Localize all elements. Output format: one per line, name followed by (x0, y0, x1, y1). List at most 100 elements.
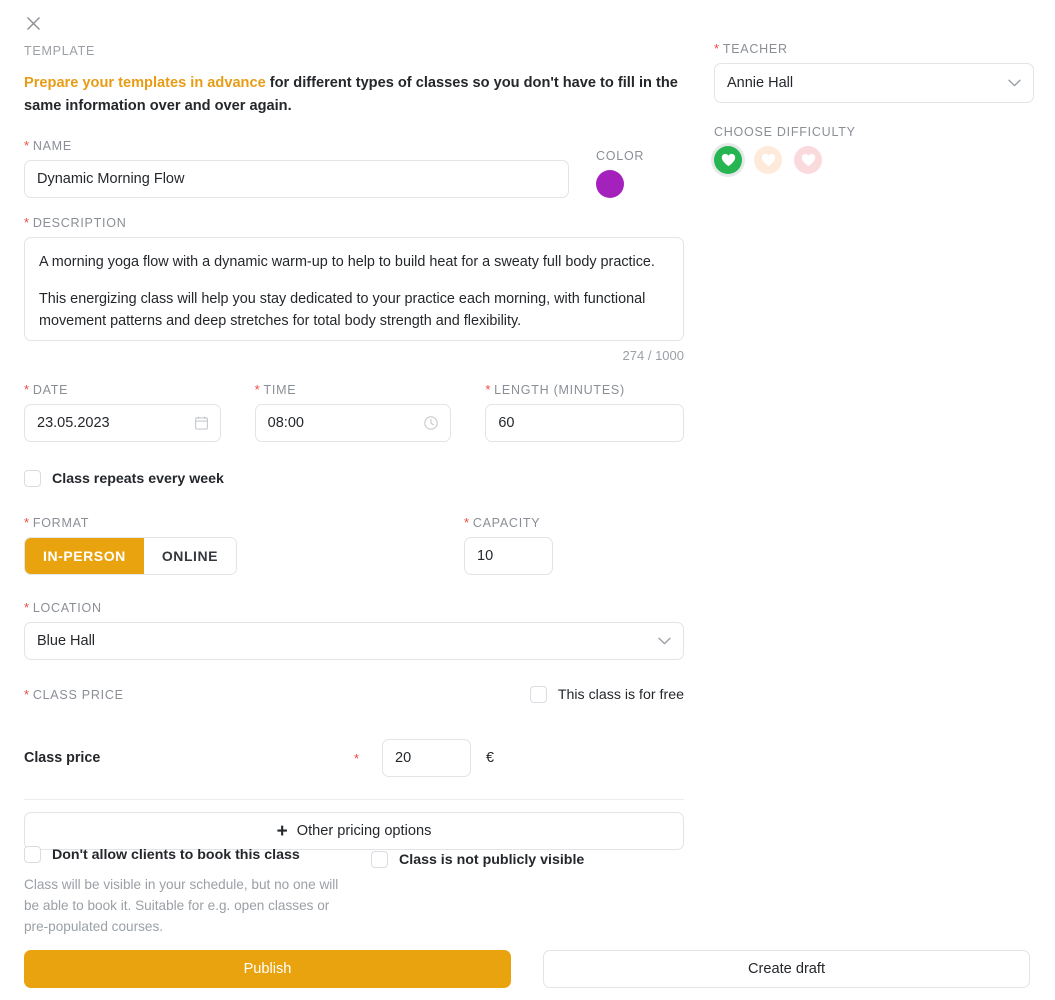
right-column: * TEACHER Annie Hall CHOOSE DIFFICULTY (714, 42, 1034, 174)
required-asterisk: * (24, 686, 30, 702)
class-price-label-text: CLASS PRICE (32, 687, 124, 702)
difficulty-option-beginner[interactable] (714, 146, 742, 174)
format-capacity-row: * FORMAT IN-PERSON ONLINE * CAPACITY 10 (24, 516, 684, 576)
required-asterisk: * (464, 515, 470, 531)
class-price-required-asterisk: * (354, 750, 360, 766)
free-class-checkbox-row[interactable]: This class is for free (529, 686, 684, 704)
class-template-form: TEMPLATE Prepare your templates in advan… (0, 0, 1055, 1000)
description-paragraph-1: A morning yoga flow with a dynamic warm-… (39, 254, 655, 271)
not-public-checkbox[interactable] (371, 851, 388, 868)
required-asterisk: * (24, 138, 30, 154)
location-select-value: Blue Hall (37, 633, 96, 650)
difficulty-option-intermediate[interactable] (754, 146, 782, 174)
other-pricing-options-button[interactable]: + Other pricing options (24, 812, 684, 851)
difficulty-options (714, 146, 1034, 174)
name-input-value: Dynamic Morning Flow (37, 171, 185, 188)
color-swatch[interactable] (596, 170, 624, 199)
name-color-row: * NAME Dynamic Morning Flow COLOR (24, 138, 684, 199)
time-label: * TIME (255, 383, 452, 397)
repeat-weekly-label: Class repeats every week (52, 470, 224, 487)
free-class-checkbox[interactable] (529, 686, 547, 704)
length-label: * LENGTH (MINUTES) (485, 383, 684, 397)
date-label: * DATE (24, 383, 221, 397)
class-price-row: Class price * 20 € (24, 739, 684, 778)
class-price-row-name: Class price (24, 750, 101, 767)
publish-button[interactable]: Publish (24, 950, 511, 988)
currency-symbol: € (486, 750, 495, 767)
length-input[interactable]: 60 (485, 404, 685, 443)
free-class-label: This class is for free (557, 686, 684, 703)
difficulty-label: CHOOSE DIFFICULTY (714, 125, 856, 139)
date-label-text: DATE (32, 383, 69, 398)
date-input-value: 23.05.2023 (37, 415, 110, 432)
description-paragraph-2: This energizing class will help you stay… (39, 290, 646, 329)
class-price-header: * CLASS PRICE This class is for free (24, 686, 684, 704)
name-input[interactable]: Dynamic Morning Flow (24, 160, 569, 199)
required-asterisk: * (24, 515, 30, 531)
not-public-group: Class is not publicly visible (371, 851, 671, 868)
time-input[interactable]: 08:00 (254, 404, 452, 443)
no-booking-label: Don't allow clients to book this class (52, 846, 300, 863)
class-price-input[interactable]: 20 (382, 739, 471, 778)
description-label: * DESCRIPTION (24, 216, 684, 230)
location-select[interactable]: Blue Hall (24, 622, 684, 661)
color-label: COLOR (596, 149, 645, 164)
repeat-weekly-checkbox[interactable] (24, 470, 41, 488)
time-field-group: * TIME 08:00 (254, 383, 452, 443)
format-label: * FORMAT (24, 516, 464, 530)
teacher-select-value: Annie Hall (727, 75, 794, 91)
teacher-label-text: TEACHER (722, 42, 788, 56)
teacher-select[interactable]: Annie Hall (714, 63, 1034, 103)
difficulty-field-group: CHOOSE DIFFICULTY (714, 125, 1034, 174)
name-field-group: * NAME Dynamic Morning Flow (24, 138, 569, 199)
format-option-online[interactable]: ONLINE (143, 538, 237, 575)
template-section-label: TEMPLATE (24, 44, 96, 58)
required-asterisk: * (24, 382, 30, 398)
price-divider (24, 799, 684, 801)
close-icon[interactable] (22, 12, 44, 34)
chevron-down-icon[interactable] (1008, 79, 1021, 87)
time-input-value: 08:00 (267, 415, 304, 432)
no-booking-help-text: Class will be visible in your schedule, … (24, 877, 339, 935)
description-textarea[interactable]: A morning yoga flow with a dynamic warm-… (24, 237, 684, 342)
length-field-group: * LENGTH (MINUTES) 60 (485, 383, 685, 443)
location-label-text: LOCATION (32, 601, 102, 616)
format-field-group: * FORMAT IN-PERSON ONLINE (24, 516, 464, 576)
class-price-label: * CLASS PRICE (24, 688, 124, 702)
required-asterisk: * (254, 382, 261, 398)
format-toggle[interactable]: IN-PERSON ONLINE (24, 537, 238, 576)
capacity-input[interactable]: 10 (464, 537, 553, 576)
required-asterisk: * (485, 382, 492, 398)
create-draft-button[interactable]: Create draft (543, 950, 1030, 988)
description-label-text: DESCRIPTION (32, 216, 127, 231)
template-intro-text: Prepare your templates in advance for di… (24, 72, 684, 117)
date-field-group: * DATE 23.05.2023 (24, 383, 221, 443)
footer-actions: Publish Create draft (24, 950, 1031, 988)
clock-icon[interactable] (424, 416, 439, 430)
left-column: TEMPLATE Prepare your templates in advan… (24, 44, 685, 851)
difficulty-option-advanced[interactable] (794, 146, 822, 174)
repeat-weekly-checkbox-row[interactable]: Class repeats every week (24, 470, 684, 488)
format-option-in-person[interactable]: IN-PERSON (25, 538, 144, 575)
date-input[interactable]: 23.05.2023 (24, 404, 221, 443)
calendar-icon[interactable] (194, 416, 208, 430)
capacity-label-text: CAPACITY (472, 516, 541, 531)
no-booking-checkbox[interactable] (24, 846, 41, 863)
not-public-checkbox-row[interactable]: Class is not publicly visible (371, 851, 671, 868)
chevron-down-icon[interactable] (658, 637, 671, 645)
length-label-text: LENGTH (MINUTES) (494, 383, 625, 398)
template-intro-highlight: Prepare your templates in advance (24, 75, 266, 91)
capacity-label: * CAPACITY (464, 516, 684, 530)
location-field-group: * LOCATION Blue Hall (24, 600, 684, 661)
plus-icon: + (276, 820, 288, 842)
teacher-label: * TEACHER (714, 42, 1034, 56)
no-booking-checkbox-row[interactable]: Don't allow clients to book this class (24, 846, 354, 863)
required-asterisk: * (714, 41, 720, 56)
required-asterisk: * (24, 600, 30, 616)
description-char-counter: 274 / 1000 (622, 348, 684, 364)
capacity-input-value: 10 (477, 548, 494, 565)
required-asterisk: * (24, 215, 30, 231)
length-input-value: 60 (498, 415, 515, 432)
class-price-section: * CLASS PRICE This class is for free Clas… (24, 686, 684, 851)
time-label-text: TIME (263, 383, 297, 398)
